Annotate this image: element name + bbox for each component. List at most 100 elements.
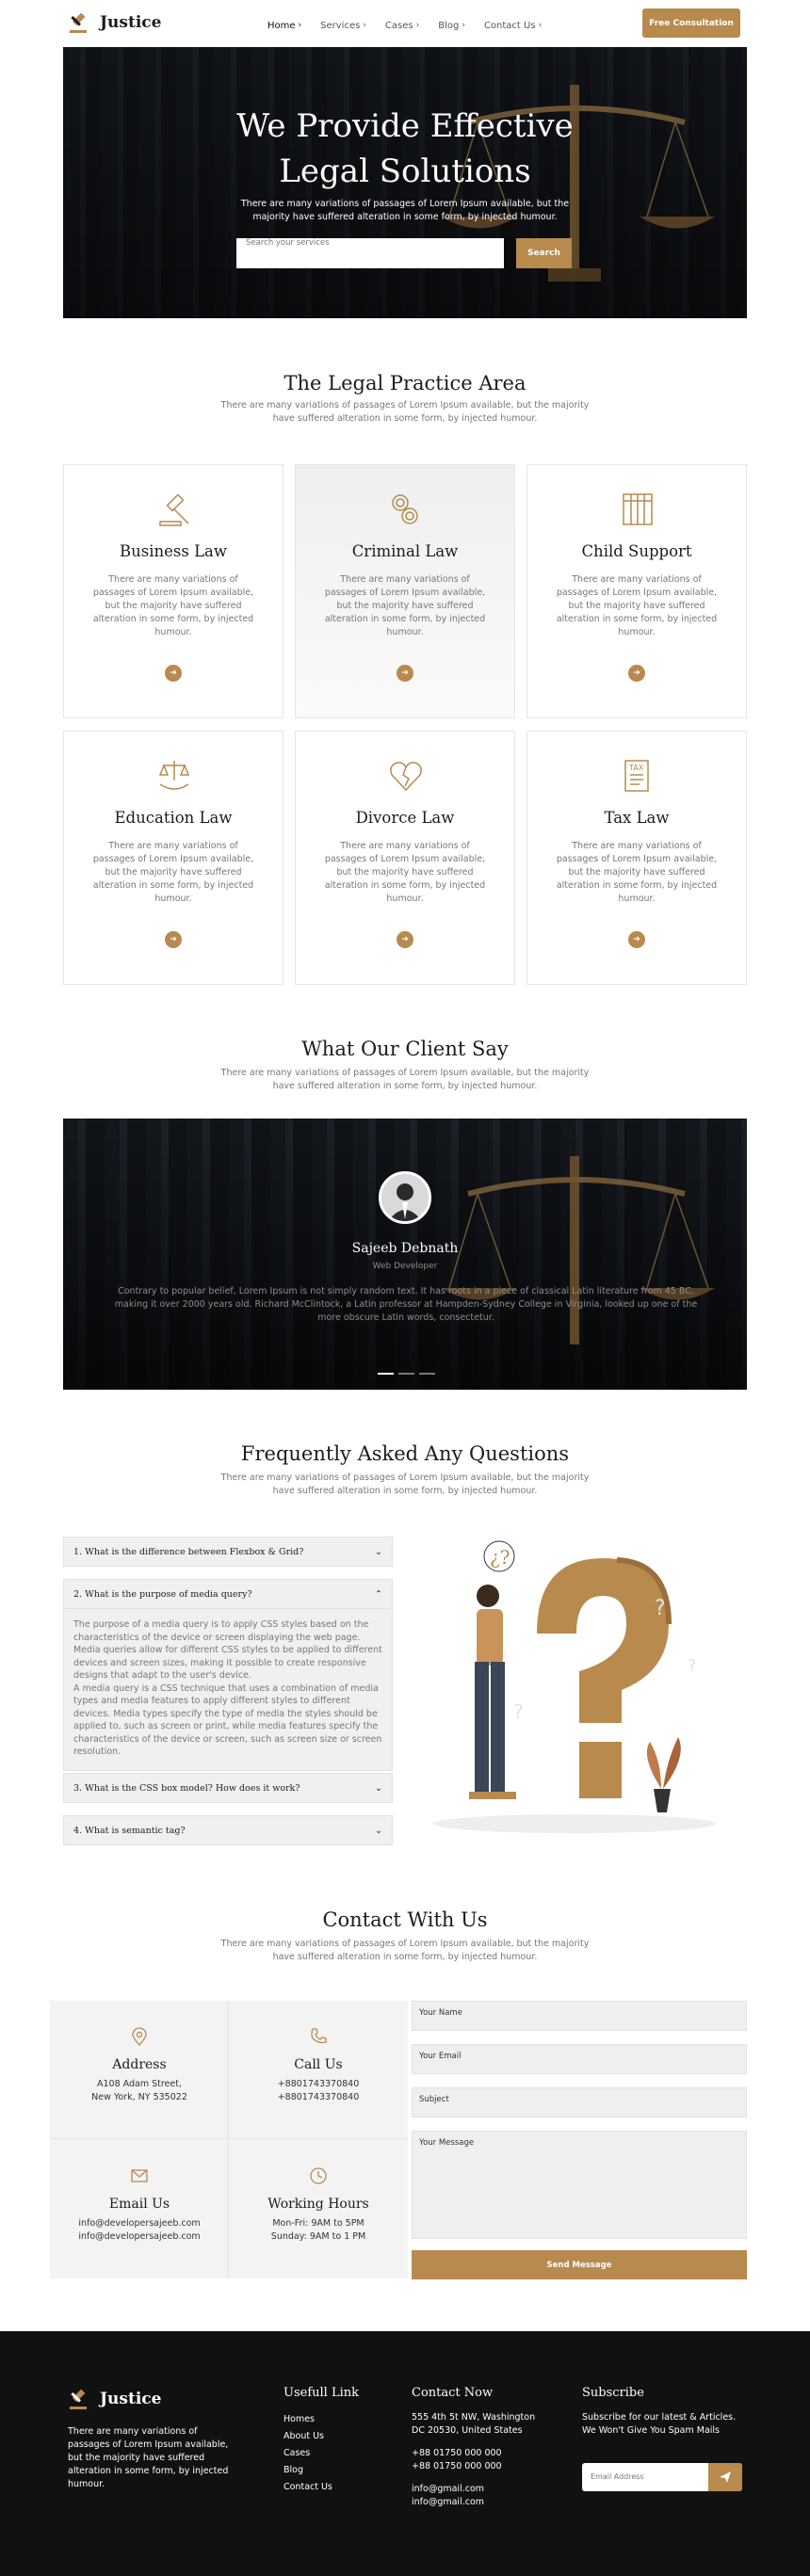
faq-question: 2. What is the purpose of media query? <box>73 1588 252 1600</box>
card-text: There are many variations of passages of… <box>92 841 254 904</box>
practice-card-tax[interactable]: TAX Tax Law There are many variations of… <box>526 731 747 985</box>
broken-heart-icon <box>390 762 422 792</box>
arrow-right-icon[interactable]: ➜ <box>397 931 413 948</box>
svg-text:TAX: TAX <box>628 764 644 772</box>
nav-blog[interactable]: Blog › <box>438 21 465 31</box>
card-title: Criminal Law <box>351 542 459 560</box>
footer-phone-1[interactable]: +88 01750 000 000 <box>412 2447 543 2460</box>
contact-email-label: Email Us <box>108 2197 170 2212</box>
service-search-input[interactable]: Search your services <box>236 238 504 268</box>
chevron-right-icon: › <box>462 21 465 30</box>
faq-item-3[interactable]: 3. What is the CSS box model? How does i… <box>63 1773 393 1803</box>
footer-link[interactable]: Contact Us <box>284 2479 359 2496</box>
chevron-down-icon: ⌄ <box>375 1546 382 1557</box>
site-footer: Justice There are many variations of pas… <box>0 2331 810 2576</box>
scales-hand-icon <box>158 761 190 790</box>
contact-hours-label: Working Hours <box>267 2197 369 2212</box>
practice-card-child-support[interactable]: Child Support There are many variations … <box>526 464 747 718</box>
faq-subtitle: There are many variations of passages of… <box>220 1473 590 1496</box>
svg-text:?: ? <box>513 1700 524 1723</box>
testimonials-subtitle: There are many variations of passages of… <box>220 1068 590 1091</box>
faq-question: 1. What is the difference between Flexbo… <box>73 1546 304 1557</box>
name-field[interactable]: Your Name <box>412 2001 747 2031</box>
brand-logo[interactable]: Justice <box>68 11 161 34</box>
nav-contact[interactable]: Contact Us › <box>484 21 542 31</box>
faq-item-4[interactable]: 4. What is semantic tag? ⌄ <box>63 1815 393 1845</box>
contact-title: Contact With Us <box>322 1908 488 1931</box>
slider-dot[interactable] <box>378 1373 394 1375</box>
contact-info-grid: Address A108 Adam Street, New York, NY 5… <box>50 2001 408 2278</box>
card-title: Tax Law <box>604 809 670 827</box>
footer-link[interactable]: Homes <box>284 2411 359 2428</box>
nav-blog-label: Blog <box>438 21 460 31</box>
contact-phone-1[interactable]: +8801743370840 <box>229 2078 408 2091</box>
gavel-icon <box>159 493 189 526</box>
chevron-right-icon: › <box>415 21 420 30</box>
practice-card-business[interactable]: Business Law There are many variations o… <box>63 464 284 718</box>
footer-subscribe-text: Subscribe for our latest & Articles. We … <box>582 2412 737 2436</box>
slider-dots <box>378 1373 435 1375</box>
contact-email-2[interactable]: info@developersajeeb.com <box>50 2230 229 2244</box>
subject-field[interactable]: Subject <box>412 2087 747 2117</box>
contact-phone-2[interactable]: +8801743370840 <box>229 2091 408 2104</box>
arrow-right-icon[interactable]: ➜ <box>165 665 182 682</box>
footer-about-text: There are many variations of passages of… <box>68 2426 229 2489</box>
practice-card-divorce[interactable]: Divorce Law There are many variations of… <box>295 731 515 985</box>
card-text: There are many variations of passages of… <box>92 574 254 637</box>
contact-email-1[interactable]: info@developersajeeb.com <box>50 2217 229 2230</box>
footer-link[interactable]: About Us <box>284 2428 359 2445</box>
faq-illustration: ¿? ? ? ? <box>433 1540 716 1833</box>
testimonials-title: What Our Client Say <box>301 1038 509 1060</box>
contact-email: Email Us info@developersajeeb.com info@d… <box>50 2140 229 2278</box>
slider-dot[interactable] <box>419 1373 435 1375</box>
chevron-right-icon: › <box>538 21 543 30</box>
tax-document-icon: TAX <box>624 760 649 792</box>
send-icon[interactable] <box>708 2463 742 2491</box>
footer-phone-2[interactable]: +88 01750 000 000 <box>412 2460 543 2473</box>
footer-mail-2[interactable]: info@gmail.com <box>412 2496 543 2509</box>
footer-mail-1[interactable]: info@gmail.com <box>412 2483 543 2496</box>
card-text: There are many variations of passages of… <box>324 841 486 904</box>
main-nav: Home › Services › Cases › Blog › Contact Us › <box>267 21 542 31</box>
practice-card-criminal[interactable]: Criminal Law There are many variations o… <box>295 464 515 718</box>
contact-address-label: Address <box>112 2057 167 2072</box>
email-field[interactable]: Your Email <box>412 2044 747 2074</box>
client-name: Sajeeb Debnath <box>351 1241 459 1256</box>
client-avatar <box>379 1171 431 1224</box>
envelope-icon <box>131 2169 148 2182</box>
practice-card-education[interactable]: Education Law There are many variations … <box>63 731 284 985</box>
nav-home[interactable]: Home › <box>267 21 301 31</box>
faq-item-1[interactable]: 1. What is the difference between Flexbo… <box>63 1537 393 1567</box>
contact-hours-line2: Sunday: 9AM to 1 PM <box>270 2231 366 2242</box>
paper-plane-icon <box>720 2471 731 2483</box>
nav-services[interactable]: Services › <box>320 21 366 31</box>
faq-question: 4. What is semantic tag? <box>73 1825 186 1836</box>
footer-link[interactable]: Blog <box>284 2462 359 2479</box>
card-title: Divorce Law <box>355 809 455 827</box>
chevron-up-icon: ⌃ <box>375 1588 382 1600</box>
chevron-right-icon: › <box>298 21 302 30</box>
testimonial-slider[interactable]: Sajeeb Debnath Web Developer Contrary to… <box>63 1119 747 1390</box>
arrow-right-icon[interactable]: ➜ <box>628 931 645 948</box>
message-field[interactable]: Your Message <box>412 2131 747 2239</box>
footer-contact-address: 555 4th 5t NW, Washington DC 20530, Unit… <box>412 2412 536 2436</box>
arrow-right-icon[interactable]: ➜ <box>165 931 182 948</box>
person-icon <box>388 1183 422 1221</box>
footer-contact: Contact Now 555 4th 5t NW, Washington DC… <box>412 2386 543 2509</box>
contact-subtitle: There are many variations of passages of… <box>220 1939 590 1962</box>
arrow-right-icon[interactable]: ➜ <box>397 665 413 682</box>
free-consultation-button[interactable]: Free Consultation <box>642 8 740 38</box>
arrow-right-icon[interactable]: ➜ <box>628 665 645 682</box>
send-message-button[interactable]: Send Message <box>412 2250 747 2279</box>
hero-subtitle: There are many variations of passages of… <box>240 199 570 222</box>
footer-link[interactable]: Cases <box>284 2445 359 2462</box>
client-quote: Contrary to popular belief, Lorem Ipsum … <box>114 1286 698 1323</box>
faq-item-2[interactable]: 2. What is the purpose of media query? ⌃ … <box>63 1579 393 1771</box>
footer-logo[interactable]: Justice <box>68 2388 161 2410</box>
contact-hours-line1: Mon-Fri: 9AM to 5PM <box>272 2218 364 2229</box>
slider-dot[interactable] <box>398 1373 414 1375</box>
nav-cases[interactable]: Cases › <box>385 21 419 31</box>
nav-services-label: Services <box>320 21 361 31</box>
nav-home-label: Home <box>267 21 296 31</box>
search-button[interactable]: Search <box>516 238 572 268</box>
